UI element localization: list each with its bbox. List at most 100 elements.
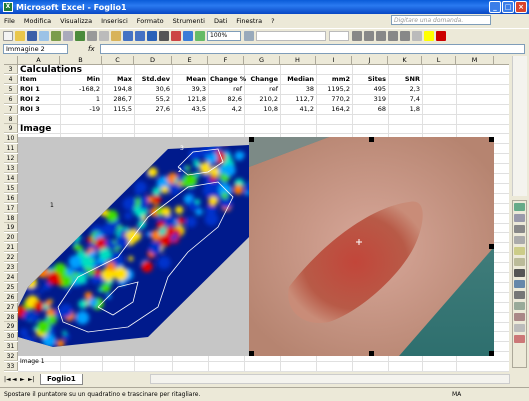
table-cell[interactable]: 7,4 (390, 95, 420, 104)
less-contrast-icon[interactable] (514, 236, 525, 244)
row-header[interactable]: 32 (4, 352, 18, 362)
column-header[interactable]: M (456, 56, 494, 65)
compress-icon[interactable] (514, 302, 525, 310)
save-icon[interactable] (27, 30, 37, 41)
table-header-cell[interactable]: Change % (210, 75, 246, 84)
column-header[interactable]: A (18, 56, 60, 65)
table-cell[interactable]: ref (246, 85, 278, 94)
preview-icon[interactable] (63, 30, 73, 41)
table-cell[interactable]: ROI 1 (20, 85, 58, 94)
column-header[interactable]: C (102, 56, 134, 65)
row-header[interactable]: 30 (4, 332, 18, 342)
column-header[interactable]: I (316, 56, 352, 65)
fx-icon[interactable]: fx (88, 45, 95, 53)
calculations-title[interactable]: Calculations (20, 65, 82, 75)
table-cell[interactable]: 319 (354, 95, 386, 104)
fill-color-icon[interactable] (424, 30, 434, 41)
menu-formato[interactable]: Formato (137, 17, 164, 25)
table-cell[interactable]: 68 (354, 105, 386, 114)
table-cell[interactable]: 164,2 (318, 105, 350, 114)
table-cell[interactable]: 55,2 (136, 95, 170, 104)
insert-picture-icon[interactable] (514, 203, 525, 211)
prev-sheet-icon[interactable]: ◄ (12, 376, 19, 383)
copy-icon[interactable] (99, 30, 109, 41)
row-header[interactable]: 6 (4, 94, 18, 104)
formula-input[interactable] (100, 44, 525, 54)
minimize-button[interactable]: _ (489, 1, 501, 13)
table-cell[interactable]: ROI 3 (20, 105, 58, 114)
table-cell[interactable]: 115,5 (104, 105, 132, 114)
row-header[interactable]: 17 (4, 203, 18, 213)
less-brightness-icon[interactable] (514, 258, 525, 266)
column-header[interactable]: J (352, 56, 388, 65)
percent-icon[interactable] (400, 30, 410, 41)
table-cell[interactable]: 39,3 (174, 85, 206, 94)
next-sheet-icon[interactable]: ► (20, 376, 27, 383)
wound-photo[interactable] (249, 137, 494, 356)
row-header[interactable]: 19 (4, 223, 18, 233)
column-header[interactable]: L (422, 56, 456, 65)
vertical-scrollbar[interactable] (512, 56, 527, 196)
crop-handle[interactable] (369, 137, 374, 142)
table-header-cell[interactable]: SNR (390, 75, 420, 84)
open-icon[interactable] (15, 30, 25, 41)
more-brightness-icon[interactable] (514, 247, 525, 255)
table-cell[interactable]: 210,2 (246, 95, 278, 104)
borders-icon[interactable] (412, 30, 422, 41)
table-cell[interactable]: 121,8 (174, 95, 206, 104)
menu-visualizza[interactable]: Visualizza (60, 17, 92, 25)
drawing-icon[interactable] (195, 30, 205, 41)
image-control-icon[interactable] (514, 214, 525, 222)
table-cell[interactable]: 1 (62, 95, 100, 104)
table-header-cell[interactable]: mm2 (318, 75, 350, 84)
row-header[interactable]: 31 (4, 342, 18, 352)
column-header[interactable]: K (388, 56, 422, 65)
table-cell[interactable]: 4,2 (210, 105, 242, 114)
row-header[interactable]: 12 (4, 154, 18, 164)
new-icon[interactable] (3, 30, 13, 41)
menu-modifica[interactable]: Modifica (24, 17, 51, 25)
table-cell[interactable]: 286,7 (104, 95, 132, 104)
print-icon[interactable] (51, 30, 61, 41)
image-title[interactable]: Image (20, 124, 51, 134)
row-header[interactable]: 14 (4, 173, 18, 183)
row-header[interactable]: 11 (4, 144, 18, 154)
table-cell[interactable]: 1,8 (390, 105, 420, 114)
table-cell[interactable]: 10,8 (246, 105, 278, 114)
table-cell[interactable]: 1195,2 (318, 85, 350, 94)
row-header[interactable]: 26 (4, 292, 18, 302)
table-header-cell[interactable]: Min (62, 75, 100, 84)
zoom-select[interactable]: 100% (207, 30, 241, 41)
format-picture-icon[interactable] (514, 313, 525, 321)
table-cell[interactable]: 30,6 (136, 85, 170, 94)
menu-finestra[interactable]: Finestra (236, 17, 262, 25)
row-header[interactable]: 5 (4, 84, 18, 94)
table-cell[interactable]: 770,2 (318, 95, 350, 104)
sheet-tab-foglio1[interactable]: Foglio1 (40, 373, 83, 385)
menu-inserisci[interactable]: Inserisci (101, 17, 128, 25)
row-header[interactable]: 24 (4, 272, 18, 282)
menu-file[interactable]: File (4, 17, 15, 25)
row-header[interactable]: 28 (4, 312, 18, 322)
roi-heatmap-image[interactable]: 1 2 3 (18, 137, 249, 356)
table-cell[interactable]: 41,2 (282, 105, 314, 114)
menu-dati[interactable]: Dati (214, 17, 227, 25)
redo-icon[interactable] (135, 30, 145, 41)
ask-question-input[interactable]: Digitare una domanda. (391, 15, 491, 25)
crop-handle[interactable] (489, 137, 494, 142)
name-box[interactable]: Immagine 2 (3, 44, 68, 54)
align-icon[interactable] (376, 30, 386, 41)
table-cell[interactable]: 2,3 (390, 85, 420, 94)
row-header[interactable]: 13 (4, 164, 18, 173)
column-header[interactable]: B (60, 56, 102, 65)
table-header-cell[interactable]: Item (20, 75, 58, 84)
table-cell[interactable]: ROI 2 (20, 95, 58, 104)
bold-icon[interactable] (352, 30, 362, 41)
cut-icon[interactable] (87, 30, 97, 41)
font-select[interactable] (256, 30, 326, 41)
table-cell[interactable]: 43,5 (174, 105, 206, 114)
undo-icon[interactable] (123, 30, 133, 41)
table-header-cell[interactable]: Median (282, 75, 314, 84)
menu-help[interactable]: ? (271, 17, 274, 25)
crop-handle[interactable] (249, 137, 254, 142)
